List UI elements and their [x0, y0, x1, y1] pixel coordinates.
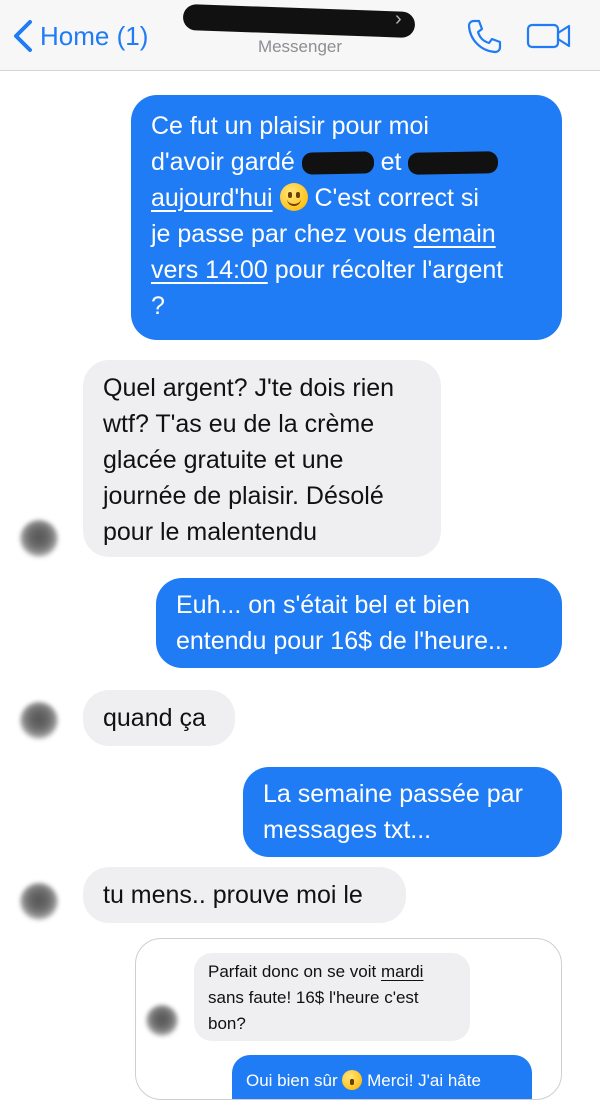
message-line: tu mens.. prouve moi le	[103, 881, 363, 909]
message-line: La semaine passée par	[263, 780, 523, 808]
message-incoming[interactable]: Quel argent? J'te dois rien wtf? T'as eu…	[83, 360, 441, 557]
contact-avatar[interactable]	[20, 883, 58, 921]
date-link: mardi	[380, 962, 424, 981]
message-text: Parfait donc on se voit	[208, 962, 377, 981]
message-line: je passe par chez vous demain	[151, 216, 542, 252]
message-line: Quel argent? J'te dois rien	[103, 374, 395, 402]
video-camera-icon[interactable]	[526, 20, 572, 52]
contact-avatar[interactable]	[20, 520, 58, 558]
message-line: pour le malentendu	[103, 518, 318, 546]
message-outgoing: Oui bien sûr Merci! J'ai hâte	[232, 1055, 532, 1099]
message-line: sans faute! 16$ l'heure c'est	[208, 988, 419, 1007]
date-link[interactable]: aujourd'hui	[151, 184, 273, 212]
redacted-name	[301, 151, 374, 176]
message-text: pour récolter l'argent	[274, 256, 504, 284]
message-line: glacée gratuite et une	[103, 446, 344, 474]
message-line: aujourd'hui C'est correct si	[151, 180, 542, 216]
message-line: d'avoir gardé et	[151, 144, 542, 180]
contact-avatar	[146, 1005, 178, 1037]
contact-name-redacted[interactable]	[182, 3, 416, 39]
phone-icon[interactable]	[465, 18, 503, 56]
message-incoming: Parfait donc on se voit mardi sans faute…	[194, 953, 470, 1041]
message-line: Parfait donc on se voit mardi	[208, 959, 456, 985]
time-link[interactable]: vers 14:00	[151, 256, 268, 284]
screenshot-attachment[interactable]: Parfait donc on se voit mardi sans faute…	[135, 938, 562, 1100]
message-text: je passe par chez vous	[151, 220, 407, 248]
conversation-header: Home (1) › Messenger	[0, 0, 600, 71]
message-line: entendu pour 16$ de l'heure...	[176, 627, 509, 655]
message-outgoing[interactable]: Euh... on s'était bel et bien entendu po…	[156, 578, 562, 668]
message-text: Oui bien sûr	[246, 1071, 338, 1090]
message-line: quand ça	[103, 704, 206, 732]
message-line: wtf? T'as eu de la crème	[103, 410, 375, 438]
date-link[interactable]: demain	[414, 220, 496, 248]
message-text: d'avoir gardé	[151, 148, 295, 176]
smiley-emoji-icon	[279, 183, 308, 211]
message-outgoing[interactable]: La semaine passée par messages txt...	[243, 767, 562, 857]
message-outgoing[interactable]: Ce fut un plaisir pour moi d'avoir gardé…	[131, 95, 562, 340]
message-line: bon?	[208, 1014, 246, 1033]
message-line: ?	[151, 288, 542, 324]
message-line: Ce fut un plaisir pour moi	[151, 108, 542, 144]
message-text: Merci! J'ai hâte	[367, 1071, 481, 1090]
message-text: C'est correct si	[314, 184, 479, 212]
message-incoming[interactable]: quand ça	[83, 690, 235, 746]
message-text: Ce fut un plaisir pour moi	[151, 112, 429, 140]
chevron-right-icon: ›	[395, 8, 402, 30]
message-line: vers 14:00 pour récolter l'argent	[151, 252, 542, 288]
message-line: journée de plaisir. Désolé	[103, 482, 384, 510]
message-line: messages txt...	[263, 816, 432, 844]
message-line: Euh... on s'était bel et bien	[176, 591, 470, 619]
contact-avatar[interactable]	[20, 702, 58, 740]
message-text: ?	[151, 292, 165, 320]
message-incoming[interactable]: tu mens.. prouve moi le	[83, 867, 406, 923]
app-name: Messenger	[257, 37, 343, 56]
smiley-emoji-icon	[342, 1070, 363, 1090]
message-text: et	[380, 148, 402, 176]
redacted-name	[408, 151, 499, 176]
